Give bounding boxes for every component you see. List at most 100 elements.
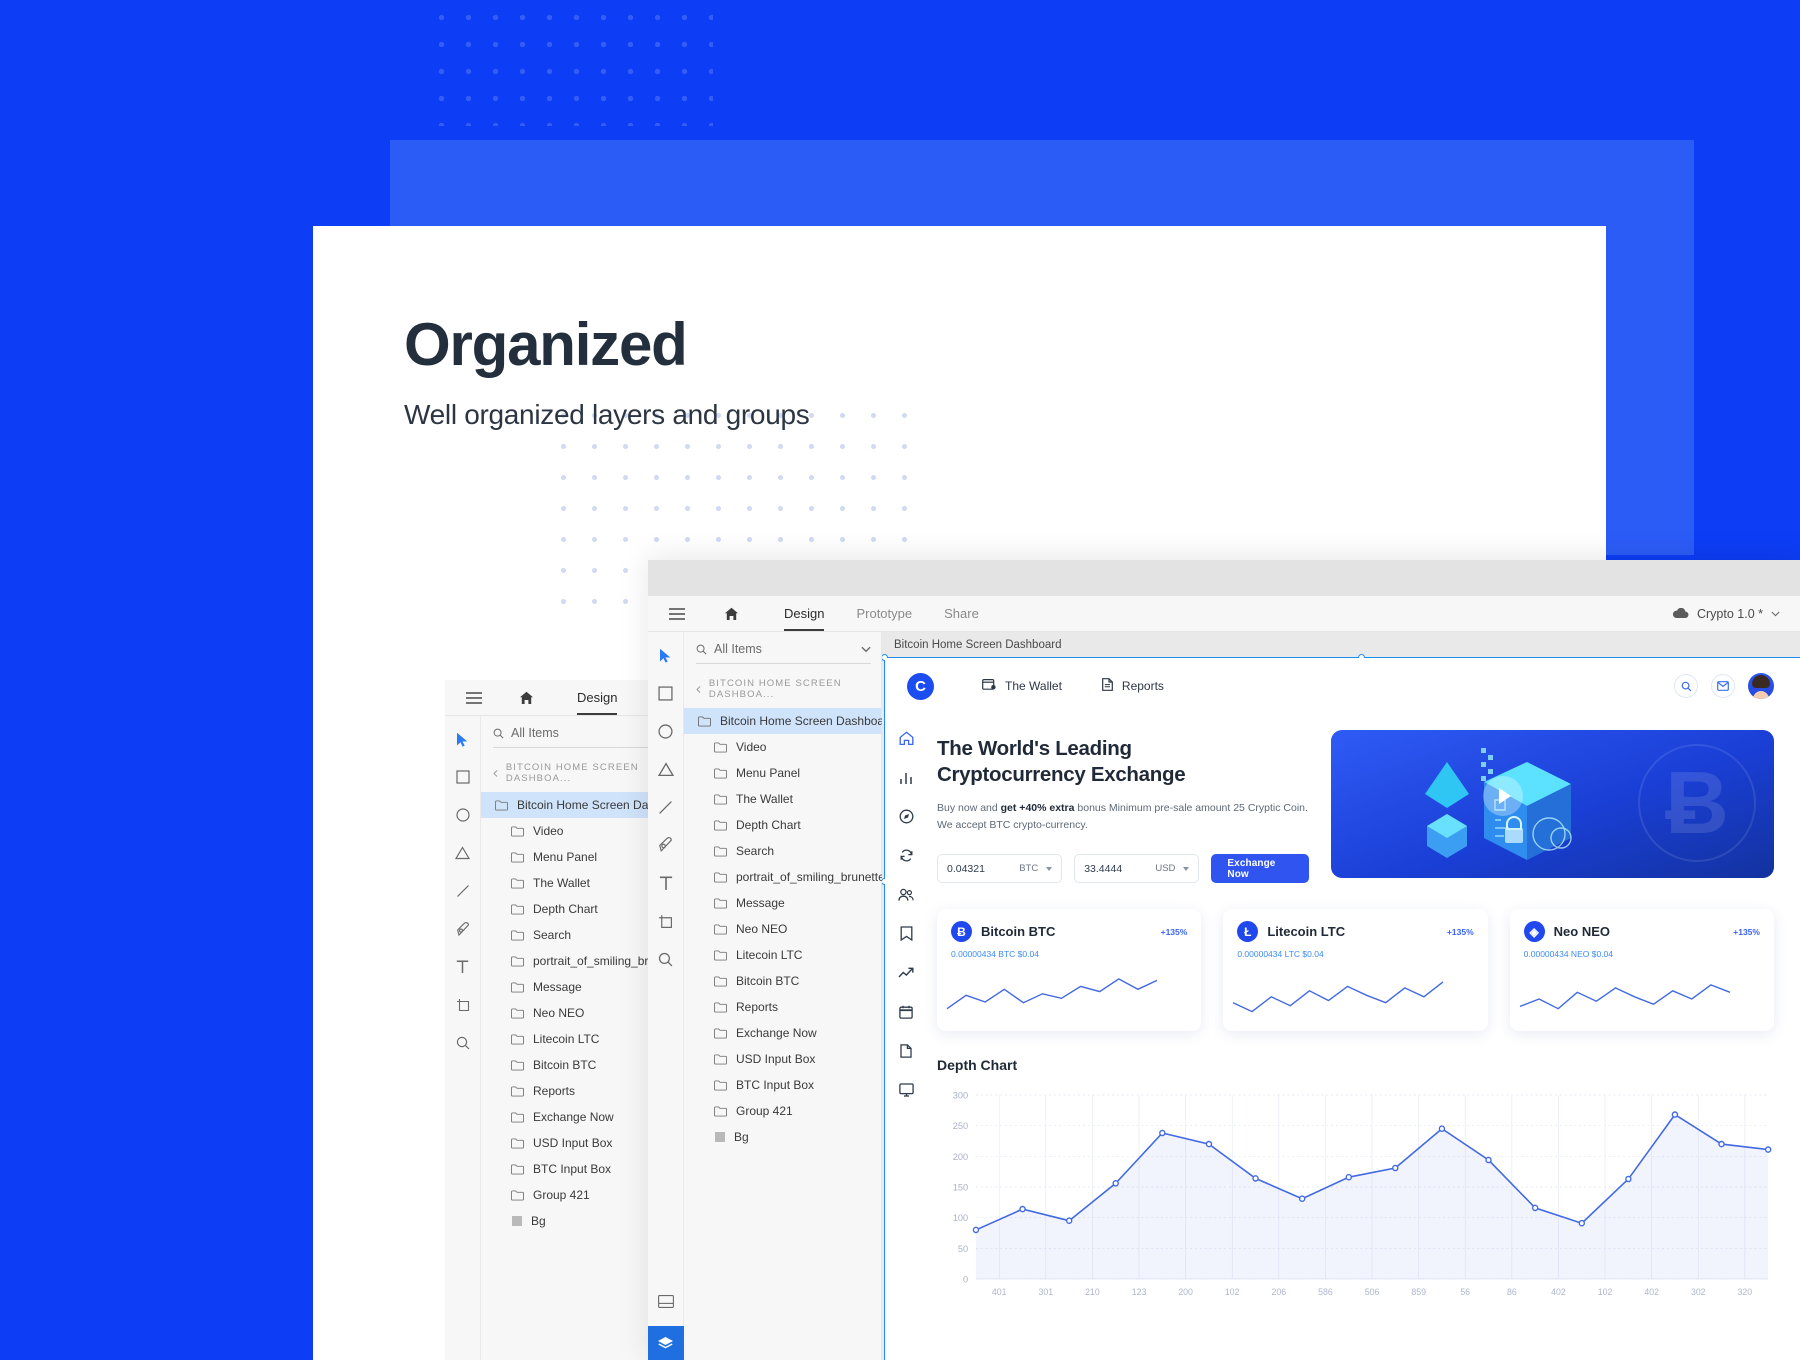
folder-icon [714,1105,727,1117]
home-icon[interactable] [714,597,748,631]
layer-row[interactable]: BTC Input Box [684,1072,881,1098]
tab-prototype[interactable]: Prototype [840,596,928,631]
sidebar-monitor-icon[interactable] [898,1081,915,1098]
sidebar-refresh-icon[interactable] [898,847,915,864]
sidebar-home-icon[interactable] [898,730,915,747]
window-titlebar [648,560,1800,596]
coin-card-header: Ł Litecoin LTC +135% [1237,921,1474,943]
artboard-label: Bitcoin Home Screen Dashboard [894,639,1062,651]
hero-body-pre: Buy now and [937,802,1001,815]
layer-label: Menu Panel [533,850,598,864]
layer-row[interactable]: Neo NEO [684,916,881,942]
line-tool-icon[interactable] [452,880,474,902]
text-tool-icon[interactable] [655,872,677,894]
line-tool-icon[interactable] [655,796,677,818]
btc-unit-select[interactable]: BTC [1019,863,1053,874]
folder-icon [511,1085,524,1097]
bg-layer-search[interactable]: All Items [493,726,668,748]
folder-icon [511,1163,524,1175]
layer-row[interactable]: Menu Panel [684,760,881,786]
exchange-now-button[interactable]: Exchange Now [1211,854,1309,884]
layer-row[interactable]: Reports [684,994,881,1020]
layer-row[interactable]: The Wallet [684,786,881,812]
btc-input-box[interactable]: 0.04321 BTC [937,854,1063,884]
folder-icon [714,767,727,779]
coin-card-neo[interactable]: ◈ Neo NEO +135% 0.00000434 NEO $0.04 [1509,909,1774,1032]
layer-row[interactable]: Group 421 [684,1098,881,1124]
usd-input-box[interactable]: 33.4444 USD [1074,854,1200,884]
artboard-tool-icon[interactable] [655,910,677,932]
sidebar-compass-icon[interactable] [898,808,915,825]
pointer-tool-icon[interactable] [655,644,677,666]
layer-row[interactable]: Bg [684,1124,881,1150]
search-icon[interactable] [1674,674,1698,698]
sidebar-users-icon[interactable] [898,886,915,903]
zoom-tool-icon[interactable] [655,948,677,970]
tab-design[interactable]: Design [768,596,840,631]
sidebar-bookmark-icon[interactable] [898,925,915,942]
hamburger-icon[interactable] [660,597,694,631]
layer-row[interactable]: Litecoin LTC [684,942,881,968]
hamburger-icon[interactable] [457,681,491,715]
rectangle-tool-icon[interactable] [452,766,474,788]
triangle-tool-icon[interactable] [655,758,677,780]
mail-icon[interactable] [1711,674,1735,698]
ellipse-tool-icon[interactable] [452,804,474,826]
coin-card-bitcoin[interactable]: Ƀ Bitcoin BTC +135% 0.00000434 BTC $0.04 [937,909,1202,1032]
sidebar-trending-up-icon[interactable] [898,964,915,981]
bg-tab-design[interactable]: Design [561,680,633,715]
layers-toggle-icon[interactable] [648,1326,684,1360]
folder-icon [698,715,711,727]
layers-breadcrumb[interactable]: BITCOIN HOME SCREEN DASHBOA... [684,666,881,708]
pen-tool-icon[interactable] [655,834,677,856]
pen-tool-icon[interactable] [452,918,474,940]
zoom-tool-icon[interactable] [452,1032,474,1054]
artboard-tool-icon[interactable] [452,994,474,1016]
promo-video-card[interactable]: Ƀ [1331,730,1774,878]
shape-icon [715,1132,725,1142]
document-chip[interactable]: Crypto 1.0 * [1672,607,1780,621]
panel-toggle-icon[interactable] [655,1290,677,1312]
brand-logo[interactable]: C [907,672,934,700]
layer-row[interactable]: Search [684,838,881,864]
layer-label: Bg [531,1214,546,1228]
layer-row[interactable]: Bitcoin BTC [684,968,881,994]
folder-icon [511,1111,524,1123]
canvas[interactable]: Bitcoin Home Screen Dashboard C The Wall… [882,632,1800,1360]
text-tool-icon[interactable] [452,956,474,978]
layer-row[interactable]: Message [684,890,881,916]
hero-heading-line2: Cryptocurrency Exchange [937,763,1186,787]
coin-card-litecoin[interactable]: Ł Litecoin LTC +135% 0.00000434 LTC $0.0… [1223,909,1488,1032]
triangle-tool-icon[interactable] [452,842,474,864]
home-icon[interactable] [509,681,543,715]
play-icon[interactable] [1483,776,1523,816]
avatar[interactable] [1748,673,1774,699]
layer-row[interactable]: Depth Chart [684,812,881,838]
layer-row[interactable]: Video [684,734,881,760]
nav-item-the-wallet[interactable]: The Wallet [982,678,1062,694]
usd-unit-select[interactable]: USD [1155,863,1190,874]
sidebar-document-icon[interactable] [898,1042,915,1059]
layer-row[interactable]: portrait_of_smiling_brunette_... [684,864,901,890]
svg-text:301: 301 [1039,1287,1054,1297]
svg-text:50: 50 [958,1244,968,1254]
document-icon [1102,678,1113,694]
tab-share[interactable]: Share [928,596,995,631]
nav-item-reports[interactable]: Reports [1102,678,1164,694]
layer-label: Reports [736,1000,779,1014]
ellipse-tool-icon[interactable] [655,720,677,742]
sidebar-bar-chart-icon[interactable] [898,769,915,786]
layer-row-root[interactable]: Bitcoin Home Screen Dashboard [684,708,895,734]
design-tool-window: Design Prototype Share Crypto 1.0 * All … [648,560,1800,1360]
layer-row[interactable]: USD Input Box [684,1046,881,1072]
svg-text:86: 86 [1507,1287,1517,1297]
layer-label: Bg [734,1130,749,1144]
layer-row[interactable]: Exchange Now [684,1020,881,1046]
folder-icon [511,1059,524,1071]
rectangle-tool-icon[interactable] [655,682,677,704]
layer-search-field[interactable]: All Items [696,642,871,664]
layer-label: USD Input Box [533,1136,613,1150]
sidebar-calendar-icon[interactable] [898,1003,915,1020]
pointer-tool-icon[interactable] [452,728,474,750]
coin-change-badge: +135% [1733,926,1760,937]
